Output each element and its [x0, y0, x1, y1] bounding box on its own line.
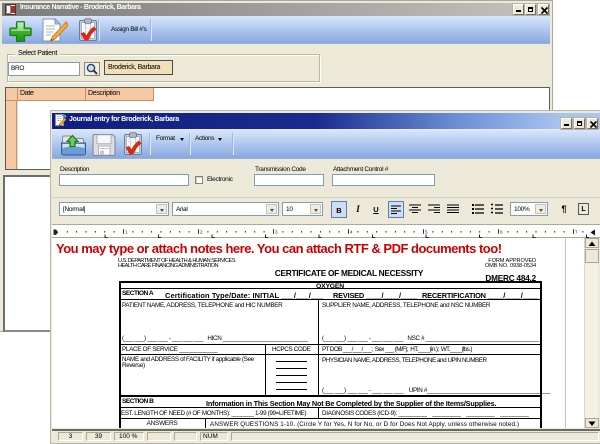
svg-text:5: 5: [425, 230, 428, 235]
svg-text:1: 1: [125, 230, 128, 235]
svg-text:6: 6: [500, 230, 503, 235]
svg-text:2: 2: [200, 230, 203, 235]
svg-text:4: 4: [350, 230, 353, 235]
svg-text:7: 7: [575, 230, 578, 235]
svg-text:3: 3: [275, 230, 278, 235]
